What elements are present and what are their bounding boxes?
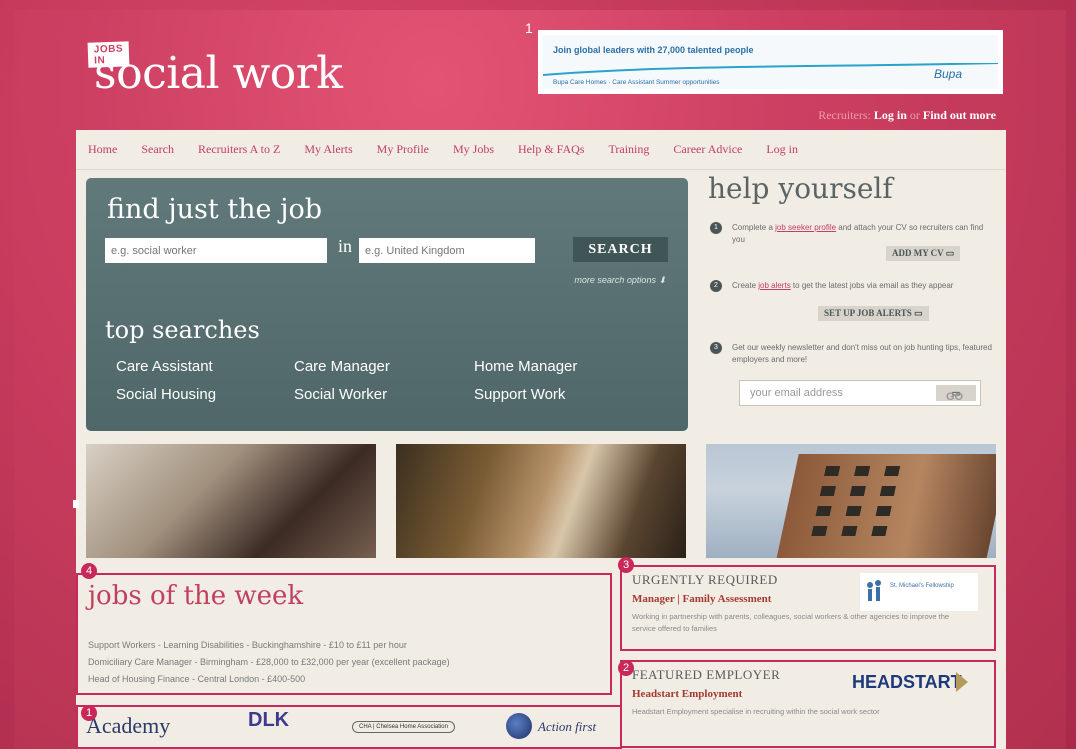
- top-search-link[interactable]: Support Work: [474, 386, 634, 403]
- urgently-heading: URGENTLY REQUIRED: [632, 572, 778, 587]
- featured-employer-name[interactable]: Headstart Employment: [632, 688, 742, 700]
- building-photo: [706, 444, 996, 558]
- building-shape: [773, 454, 996, 558]
- svg-text:St. Michael's Fellowship: St. Michael's Fellowship: [890, 583, 954, 589]
- search-button[interactable]: SEARCH: [573, 237, 668, 262]
- newsletter-go-button[interactable]: GO ▭: [936, 385, 976, 403]
- ad-swoosh-graphic: [543, 63, 998, 76]
- nav-my-profile[interactable]: My Profile: [377, 142, 429, 157]
- job-search-panel: find just the job in SEARCH more search …: [86, 178, 688, 431]
- add-my-cv-button[interactable]: ADD MY CV ▭: [886, 246, 961, 261]
- nav-home[interactable]: Home: [88, 142, 117, 157]
- nav-career-advice[interactable]: Career Advice: [673, 142, 742, 157]
- cha-logo[interactable]: CHA | Chelsea Home Association: [352, 721, 455, 733]
- featured-heading: FEATURED EMPLOYER: [632, 667, 781, 682]
- jobs-of-week-list: Support Workers - Learning Disabilities …: [88, 637, 450, 688]
- side-marker: [73, 500, 79, 508]
- top-search-link[interactable]: Care Manager: [294, 358, 474, 375]
- headstart-logo: HEADSTART: [852, 668, 972, 696]
- top-searches-list: Care Assistant Care Manager Home Manager…: [116, 358, 634, 403]
- recruiters-or: or: [909, 108, 920, 122]
- section-number-badge: 2: [618, 660, 634, 676]
- recruiters-login-link[interactable]: Log in: [874, 108, 907, 122]
- location-input[interactable]: [359, 238, 535, 263]
- help-title: help yourself: [708, 172, 893, 205]
- headstart-logo-icon: HEADSTART: [852, 672, 968, 692]
- step-number-icon: 3: [710, 342, 722, 354]
- nav-search[interactable]: Search: [141, 142, 174, 157]
- recruiters-label: Recruiters:: [818, 108, 871, 122]
- section-number-badge: 1: [81, 705, 97, 721]
- nav-training[interactable]: Training: [608, 142, 649, 157]
- jobs-of-week-title: jobs of the week: [88, 581, 304, 611]
- urgently-job-title[interactable]: Manager | Family Assessment: [632, 593, 771, 605]
- people-photo: [86, 444, 376, 558]
- top-search-link[interactable]: Home Manager: [474, 358, 634, 375]
- job-alerts-link[interactable]: job alerts: [758, 281, 790, 290]
- job-link[interactable]: Domiciliary Care Manager - Birmingham - …: [88, 654, 450, 671]
- employer-logo: St. Michael's Fellowship: [860, 573, 978, 611]
- nav-my-jobs[interactable]: My Jobs: [453, 142, 494, 157]
- st-michaels-logo-icon: St. Michael's Fellowship: [867, 580, 954, 601]
- nav-recruiters-a-to-z[interactable]: Recruiters A to Z: [198, 142, 280, 157]
- recruiters-find-out-more-link[interactable]: Find out more: [923, 108, 996, 122]
- urgently-description: Working in partnership with parents, col…: [632, 612, 950, 633]
- newsletter-email-field[interactable]: your email address GO ▭: [739, 380, 981, 406]
- step-number-icon: 2: [710, 280, 722, 292]
- help-yourself-panel: help yourself 1 Complete a job seeker pr…: [704, 172, 1000, 406]
- step-number-icon: 1: [710, 222, 722, 234]
- top-search-link[interactable]: Social Housing: [116, 386, 294, 403]
- nav-help-faqs[interactable]: Help & FAQs: [518, 142, 584, 157]
- svg-text:HEADSTART: HEADSTART: [852, 672, 962, 692]
- urgently-required[interactable]: URGENTLY REQUIRED Manager | Family Asses…: [620, 565, 996, 651]
- more-search-options-link[interactable]: more search options ⬇: [574, 275, 666, 286]
- ad-subtext: Bupa Care Homes · Care Assistant Summer …: [553, 79, 720, 86]
- academy-logo[interactable]: Academy: [86, 713, 170, 739]
- main-nav: Home Search Recruiters A to Z My Alerts …: [76, 130, 1006, 170]
- top-searches-title: top searches: [105, 316, 260, 344]
- featured-employer[interactable]: FEATURED EMPLOYER Headstart Employment H…: [620, 660, 996, 748]
- hands-photo: [396, 444, 686, 558]
- section-number-badge: 4: [81, 563, 97, 579]
- email-placeholder: your email address: [750, 387, 843, 399]
- job-link[interactable]: Head of Housing Finance - Central London…: [88, 671, 450, 688]
- in-label: in: [338, 236, 353, 256]
- jobs-of-the-week: jobs of the week Support Workers - Learn…: [76, 573, 612, 695]
- job-link[interactable]: Support Workers - Learning Disabilities …: [88, 637, 450, 654]
- ad-brand-logo: Bupa: [933, 67, 962, 81]
- dlk-logo[interactable]: DLK: [248, 709, 289, 732]
- nav-log-in[interactable]: Log in: [766, 142, 798, 157]
- ad-number-label: 1: [525, 20, 533, 36]
- ad-headline: Join global leaders with 27,000 talented…: [553, 45, 754, 55]
- set-up-job-alerts-button[interactable]: SET UP JOB ALERTS ▭: [818, 306, 929, 321]
- featured-description: Headstart Employment specialise in recru…: [632, 707, 880, 716]
- search-title: find just the job: [107, 194, 323, 225]
- action-first-icon[interactable]: [506, 713, 532, 739]
- job-seeker-profile-link[interactable]: job seeker profile: [775, 223, 836, 232]
- ad-banner[interactable]: Join global leaders with 27,000 talented…: [538, 30, 1003, 94]
- main-panel: Home Search Recruiters A to Z My Alerts …: [76, 130, 1006, 749]
- logos-strip: Academy DLK CHA | Chelsea Home Associati…: [76, 705, 622, 749]
- nav-my-alerts[interactable]: My Alerts: [304, 142, 352, 157]
- keyword-input[interactable]: [105, 238, 327, 263]
- top-search-link[interactable]: Care Assistant: [116, 358, 294, 375]
- recruiters-links: Recruiters: Log in or Find out more: [818, 108, 996, 123]
- action-first-logo[interactable]: Action first: [538, 719, 596, 735]
- section-number-badge: 3: [618, 557, 634, 573]
- top-search-link[interactable]: Social Worker: [294, 386, 474, 403]
- logo-text: social work: [94, 48, 343, 99]
